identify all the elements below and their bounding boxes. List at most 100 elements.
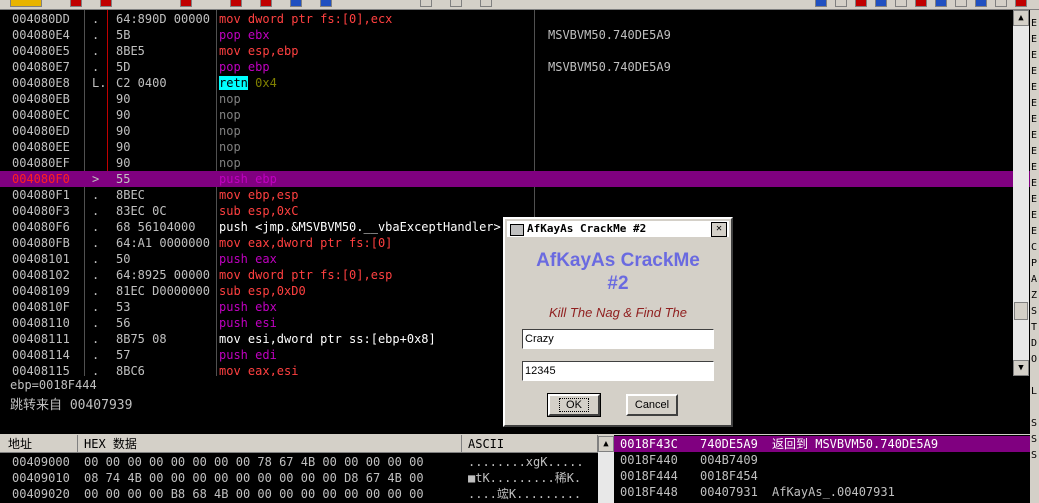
disasm-row[interactable]: 004080DD. 64:890D 00000 mov dword ptr fs:[… — [0, 11, 1030, 27]
instruction-text: push ebx — [219, 299, 503, 315]
register-label: D — [1031, 338, 1038, 349]
scroll-up-icon[interactable]: ▲ — [598, 436, 614, 452]
register-label: Z — [1031, 290, 1038, 301]
close-icon[interactable]: ✕ — [711, 222, 727, 237]
instruction-text: mov dword ptr fs:[0],ecx — [219, 11, 503, 27]
disasm-row[interactable]: 004080F1. 8BEC mov ebp,esp — [0, 187, 1030, 203]
dialog-heading: AfKayAs CrackMe #2 — [505, 249, 731, 295]
stack-address: 0018F448 — [620, 485, 678, 499]
column-header-hex[interactable]: HEX 数据 — [78, 435, 462, 453]
register-label: E — [1031, 178, 1038, 189]
disasm-row[interactable]: 004080E7. 5D pop ebp MSVBVM50.740DE5A9 — [0, 59, 1030, 75]
toolbar-button[interactable] — [480, 0, 492, 7]
stack-value: 004B7409 — [700, 453, 758, 467]
instruction-bytes: 50 — [116, 252, 131, 266]
toolbar-button[interactable] — [290, 0, 302, 7]
instruction-bytes: 64:8925 00000 — [116, 268, 210, 282]
stack-value: 0018F454 — [700, 469, 758, 483]
registers-pane[interactable]: EEEEEEEEEEEEEECPAZSTDOLSSS — [1030, 10, 1039, 503]
stack-row[interactable]: 0018F440 004B7409 — [614, 452, 1030, 468]
cancel-button[interactable]: Cancel — [626, 394, 678, 416]
dialog-titlebar[interactable]: AfKayAs CrackMe #2 ✕ — [507, 221, 729, 237]
column-header-ascii[interactable]: ASCII — [462, 435, 598, 453]
dump-hex: 08 74 4B 00 00 00 00 00 00 00 00 00 D8 6… — [84, 471, 424, 485]
toolbar-button[interactable] — [955, 0, 967, 7]
toolbar-button[interactable] — [935, 0, 947, 7]
flow-marker: . — [92, 44, 100, 58]
mnemonic: mov esp,ebp — [219, 44, 299, 58]
toolbar-button[interactable] — [975, 0, 987, 7]
toolbar-button[interactable] — [180, 0, 192, 7]
toolbar-button[interactable] — [260, 0, 272, 7]
disasm-row[interactable]: 004080EB 90 nop — [0, 91, 1030, 107]
serial-input[interactable]: 12345 — [522, 361, 714, 381]
dump-pane[interactable]: 00409000 00 00 00 00 00 00 00 00 78 67 4B… — [0, 453, 598, 503]
instruction-text: pop ebx — [219, 27, 503, 43]
stack-pane[interactable]: 0018F43C 740DE5A9 返回到 MSVBVM50.740DE5A9 001… — [614, 435, 1030, 503]
flow-marker: . — [92, 364, 100, 376]
disasm-row[interactable]: 004080EE 90 nop — [0, 139, 1030, 155]
stack-row[interactable]: 0018F444 0018F454 — [614, 468, 1030, 484]
register-label: E — [1031, 18, 1038, 29]
toolbar-button[interactable] — [230, 0, 242, 7]
instruction-address: 004080EE — [12, 140, 70, 154]
disasm-row[interactable]: 004080E5. 8BE5 mov esp,ebp — [0, 43, 1030, 59]
flow-marker: . — [92, 316, 100, 330]
toolbar-button[interactable] — [320, 0, 332, 7]
dump-scrollbar[interactable]: ▲ — [598, 436, 614, 503]
dump-hex: 00 00 00 00 00 00 00 00 78 67 4B 00 00 0… — [84, 455, 424, 469]
instruction-address: 004080F3 — [12, 204, 70, 218]
info-line: 跳转来自 00407939 — [10, 398, 133, 413]
mnemonic: push <jmp.&MSVBVM50.__vbaExceptHandler> — [219, 220, 501, 234]
mnemonic: nop — [219, 140, 241, 154]
stack-row[interactable]: 0018F448 00407931 AfKayAs_.00407931 — [614, 484, 1030, 500]
toolbar-button[interactable] — [10, 0, 42, 7]
stack-address: 0018F444 — [620, 469, 678, 483]
column-header-address[interactable]: 地址 — [0, 435, 78, 453]
instruction-bytes: 5D — [116, 60, 131, 74]
toolbar-button[interactable] — [100, 0, 112, 7]
toolbar-button[interactable] — [450, 0, 462, 7]
instruction-comment: MSVBVM50.740DE5A9 — [548, 60, 671, 74]
toolbar-button[interactable] — [995, 0, 1007, 7]
register-label: S — [1031, 434, 1038, 445]
disasm-row[interactable]: 004080F0 >55 push ebp — [0, 171, 1030, 187]
scroll-thumb[interactable] — [1014, 302, 1028, 320]
register-label: L — [1031, 386, 1038, 397]
instruction-bytes: 90 — [116, 124, 131, 138]
instruction-bytes: 90 — [116, 108, 131, 122]
instruction-bytes: 53 — [116, 300, 131, 314]
ok-button[interactable]: OK — [547, 393, 601, 417]
register-label: E — [1031, 226, 1038, 237]
toolbar-button[interactable] — [1015, 0, 1027, 7]
mnemonic: mov eax,dword ptr fs:[0] — [219, 236, 393, 250]
stack-row[interactable]: 0018F43C 740DE5A9 返回到 MSVBVM50.740DE5A9 — [614, 436, 1030, 452]
instruction-bytes: 57 — [116, 348, 131, 362]
toolbar-button[interactable] — [815, 0, 827, 7]
disasm-row[interactable]: 004080EC 90 nop — [0, 107, 1030, 123]
toolbar-button[interactable] — [895, 0, 907, 7]
toolbar-button[interactable] — [835, 0, 847, 7]
instruction-address: 004080E8 — [12, 76, 70, 90]
toolbar-button[interactable] — [875, 0, 887, 7]
instruction-bytes: 90 — [116, 140, 131, 154]
stack-value: 740DE5A9 — [700, 437, 758, 451]
instruction-text: mov eax,dword ptr fs:[0] — [219, 235, 503, 251]
disassembly-scrollbar[interactable]: ▲ ▼ — [1013, 10, 1029, 376]
toolbar-button[interactable] — [915, 0, 927, 7]
disasm-row[interactable]: 004080E8 L. C2 0400 retn 0x4 — [0, 75, 1030, 91]
toolbar-button[interactable] — [70, 0, 82, 7]
instruction-text: nop — [219, 91, 503, 107]
name-input[interactable]: Crazy — [522, 329, 714, 349]
disasm-row[interactable]: 004080ED 90 nop — [0, 123, 1030, 139]
mnemonic: nop — [219, 108, 241, 122]
disasm-row[interactable]: 004080EF 90 nop — [0, 155, 1030, 171]
scroll-up-icon[interactable]: ▲ — [1013, 10, 1029, 26]
register-label: O — [1031, 354, 1038, 365]
toolbar-button[interactable] — [420, 0, 432, 7]
register-label: C — [1031, 242, 1038, 253]
scroll-down-icon[interactable]: ▼ — [1013, 360, 1029, 376]
instruction-text: push eax — [219, 251, 503, 267]
disasm-row[interactable]: 004080E4. 5B pop ebx MSVBVM50.740DE5A9 — [0, 27, 1030, 43]
toolbar-button[interactable] — [855, 0, 867, 7]
